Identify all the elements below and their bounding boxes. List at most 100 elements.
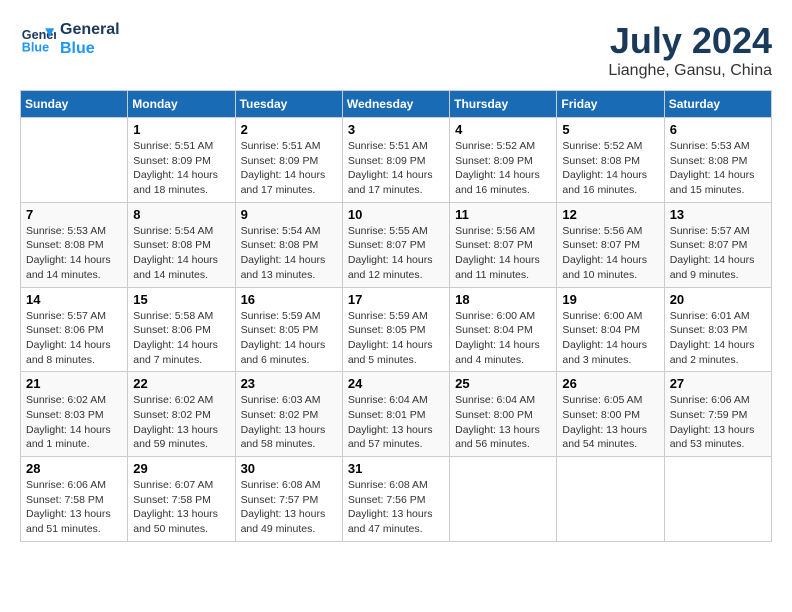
calendar-cell: 12 Sunrise: 5:56 AMSunset: 8:07 PMDayligh… — [557, 202, 664, 287]
day-number: 28 — [26, 461, 122, 476]
day-number: 15 — [133, 292, 229, 307]
calendar-cell: 5 Sunrise: 5:52 AMSunset: 8:08 PMDaylight… — [557, 118, 664, 203]
calendar-cell: 9 Sunrise: 5:54 AMSunset: 8:08 PMDaylight… — [235, 202, 342, 287]
day-info: Sunrise: 5:56 AMSunset: 8:07 PMDaylight:… — [455, 224, 551, 283]
day-info: Sunrise: 5:54 AMSunset: 8:08 PMDaylight:… — [133, 224, 229, 283]
day-info: Sunrise: 6:08 AMSunset: 7:57 PMDaylight:… — [241, 478, 337, 537]
day-number: 16 — [241, 292, 337, 307]
day-number: 14 — [26, 292, 122, 307]
calendar-week-row: 1Sunrise: 5:51 AMSunset: 8:09 PMDaylight… — [21, 118, 772, 203]
day-number: 22 — [133, 376, 229, 391]
day-info: Sunrise: 6:06 AMSunset: 7:58 PMDaylight:… — [26, 478, 122, 537]
calendar-cell: 25Sunrise: 6:04 AMSunset: 8:00 PMDayligh… — [450, 372, 557, 457]
logo: General Blue General Blue — [20, 20, 120, 58]
calendar-cell: 19 Sunrise: 6:00 AMSunset: 8:04 PMDayligh… — [557, 287, 664, 372]
day-number: 5 — [562, 122, 658, 137]
day-info: Sunrise: 5:57 AMSunset: 8:07 PMDaylight:… — [670, 224, 766, 283]
day-info: Sunrise: 5:59 AMSunset: 8:05 PMDaylight:… — [241, 309, 337, 368]
calendar-cell — [557, 457, 664, 542]
day-number: 25 — [455, 376, 551, 391]
day-info: Sunrise: 6:05 AMSunset: 8:00 PMDaylight:… — [562, 393, 658, 452]
day-number: 2 — [241, 122, 337, 137]
calendar-cell: 4Sunrise: 5:52 AMSunset: 8:09 PMDaylight… — [450, 118, 557, 203]
day-number: 27 — [670, 376, 766, 391]
calendar-cell: 13 Sunrise: 5:57 AMSunset: 8:07 PMDayligh… — [664, 202, 771, 287]
day-number: 11 — [455, 207, 551, 222]
day-number: 8 — [133, 207, 229, 222]
calendar-cell: 8 Sunrise: 5:54 AMSunset: 8:08 PMDaylight… — [128, 202, 235, 287]
day-number: 31 — [348, 461, 444, 476]
day-info: Sunrise: 5:58 AMSunset: 8:06 PMDaylight:… — [133, 309, 229, 368]
calendar-cell: 7Sunrise: 5:53 AMSunset: 8:08 PMDaylight… — [21, 202, 128, 287]
day-number: 12 — [562, 207, 658, 222]
day-info: Sunrise: 5:53 AMSunset: 8:08 PMDaylight:… — [670, 139, 766, 198]
day-number: 18 — [455, 292, 551, 307]
day-info: Sunrise: 6:03 AMSunset: 8:02 PMDaylight:… — [241, 393, 337, 452]
day-info: Sunrise: 6:01 AMSunset: 8:03 PMDaylight:… — [670, 309, 766, 368]
location-subtitle: Lianghe, Gansu, China — [608, 62, 772, 80]
day-info: Sunrise: 5:51 AMSunset: 8:09 PMDaylight:… — [348, 139, 444, 198]
weekday-header: Saturday — [664, 91, 771, 118]
day-number: 19 — [562, 292, 658, 307]
calendar-week-row: 7Sunrise: 5:53 AMSunset: 8:08 PMDaylight… — [21, 202, 772, 287]
day-info: Sunrise: 6:00 AMSunset: 8:04 PMDaylight:… — [562, 309, 658, 368]
weekday-header: Tuesday — [235, 91, 342, 118]
day-info: Sunrise: 5:52 AMSunset: 8:09 PMDaylight:… — [455, 139, 551, 198]
calendar-week-row: 14 Sunrise: 5:57 AMSunset: 8:06 PMDayligh… — [21, 287, 772, 372]
day-info: Sunrise: 5:57 AMSunset: 8:06 PMDaylight:… — [26, 309, 122, 368]
day-info: Sunrise: 5:53 AMSunset: 8:08 PMDaylight:… — [26, 224, 122, 283]
logo-icon: General Blue — [20, 21, 56, 57]
day-number: 24 — [348, 376, 444, 391]
day-info: Sunrise: 6:00 AMSunset: 8:04 PMDaylight:… — [455, 309, 551, 368]
calendar-cell: 20Sunrise: 6:01 AMSunset: 8:03 PMDayligh… — [664, 287, 771, 372]
calendar-cell: 15 Sunrise: 5:58 AMSunset: 8:06 PMDayligh… — [128, 287, 235, 372]
day-info: Sunrise: 5:59 AMSunset: 8:05 PMDaylight:… — [348, 309, 444, 368]
calendar-cell: 26Sunrise: 6:05 AMSunset: 8:00 PMDayligh… — [557, 372, 664, 457]
calendar-week-row: 28 Sunrise: 6:06 AMSunset: 7:58 PMDayligh… — [21, 457, 772, 542]
calendar-cell: 3Sunrise: 5:51 AMSunset: 8:09 PMDaylight… — [342, 118, 449, 203]
calendar-cell — [450, 457, 557, 542]
calendar-cell: 27 Sunrise: 6:06 AMSunset: 7:59 PMDayligh… — [664, 372, 771, 457]
calendar-cell: 24Sunrise: 6:04 AMSunset: 8:01 PMDayligh… — [342, 372, 449, 457]
day-number: 13 — [670, 207, 766, 222]
day-info: Sunrise: 6:07 AMSunset: 7:58 PMDaylight:… — [133, 478, 229, 537]
svg-text:Blue: Blue — [22, 41, 49, 55]
day-info: Sunrise: 6:02 AMSunset: 8:03 PMDaylight:… — [26, 393, 122, 452]
day-info: Sunrise: 6:02 AMSunset: 8:02 PMDaylight:… — [133, 393, 229, 452]
calendar-cell: 21 Sunrise: 6:02 AMSunset: 8:03 PMDayligh… — [21, 372, 128, 457]
calendar-cell: 11 Sunrise: 5:56 AMSunset: 8:07 PMDayligh… — [450, 202, 557, 287]
day-number: 21 — [26, 376, 122, 391]
weekday-header: Thursday — [450, 91, 557, 118]
day-number: 9 — [241, 207, 337, 222]
calendar-cell: 23 Sunrise: 6:03 AMSunset: 8:02 PMDayligh… — [235, 372, 342, 457]
day-info: Sunrise: 5:52 AMSunset: 8:08 PMDaylight:… — [562, 139, 658, 198]
calendar-cell: 17 Sunrise: 5:59 AMSunset: 8:05 PMDayligh… — [342, 287, 449, 372]
weekday-header: Sunday — [21, 91, 128, 118]
day-info: Sunrise: 6:06 AMSunset: 7:59 PMDaylight:… — [670, 393, 766, 452]
weekday-header: Monday — [128, 91, 235, 118]
day-number: 17 — [348, 292, 444, 307]
day-info: Sunrise: 5:51 AMSunset: 8:09 PMDaylight:… — [133, 139, 229, 198]
calendar-cell: 28 Sunrise: 6:06 AMSunset: 7:58 PMDayligh… — [21, 457, 128, 542]
calendar-cell: 30 Sunrise: 6:08 AMSunset: 7:57 PMDayligh… — [235, 457, 342, 542]
day-number: 23 — [241, 376, 337, 391]
calendar-cell: 2 Sunrise: 5:51 AMSunset: 8:09 PMDaylight… — [235, 118, 342, 203]
day-info: Sunrise: 5:51 AMSunset: 8:09 PMDaylight:… — [241, 139, 337, 198]
calendar-cell: 29 Sunrise: 6:07 AMSunset: 7:58 PMDayligh… — [128, 457, 235, 542]
logo-blue: Blue — [60, 39, 120, 58]
calendar-cell: 6Sunrise: 5:53 AMSunset: 8:08 PMDaylight… — [664, 118, 771, 203]
day-info: Sunrise: 6:08 AMSunset: 7:56 PMDaylight:… — [348, 478, 444, 537]
day-info: Sunrise: 5:56 AMSunset: 8:07 PMDaylight:… — [562, 224, 658, 283]
calendar-cell: 14 Sunrise: 5:57 AMSunset: 8:06 PMDayligh… — [21, 287, 128, 372]
day-number: 30 — [241, 461, 337, 476]
calendar-cell: 10Sunrise: 5:55 AMSunset: 8:07 PMDayligh… — [342, 202, 449, 287]
calendar-cell: 18 Sunrise: 6:00 AMSunset: 8:04 PMDayligh… — [450, 287, 557, 372]
day-number: 29 — [133, 461, 229, 476]
calendar-week-row: 21 Sunrise: 6:02 AMSunset: 8:03 PMDayligh… — [21, 372, 772, 457]
calendar-cell: 1Sunrise: 5:51 AMSunset: 8:09 PMDaylight… — [128, 118, 235, 203]
calendar-cell: 22 Sunrise: 6:02 AMSunset: 8:02 PMDayligh… — [128, 372, 235, 457]
day-info: Sunrise: 5:54 AMSunset: 8:08 PMDaylight:… — [241, 224, 337, 283]
calendar-cell: 16 Sunrise: 5:59 AMSunset: 8:05 PMDayligh… — [235, 287, 342, 372]
day-number: 10 — [348, 207, 444, 222]
calendar-cell: 31 Sunrise: 6:08 AMSunset: 7:56 PMDayligh… — [342, 457, 449, 542]
